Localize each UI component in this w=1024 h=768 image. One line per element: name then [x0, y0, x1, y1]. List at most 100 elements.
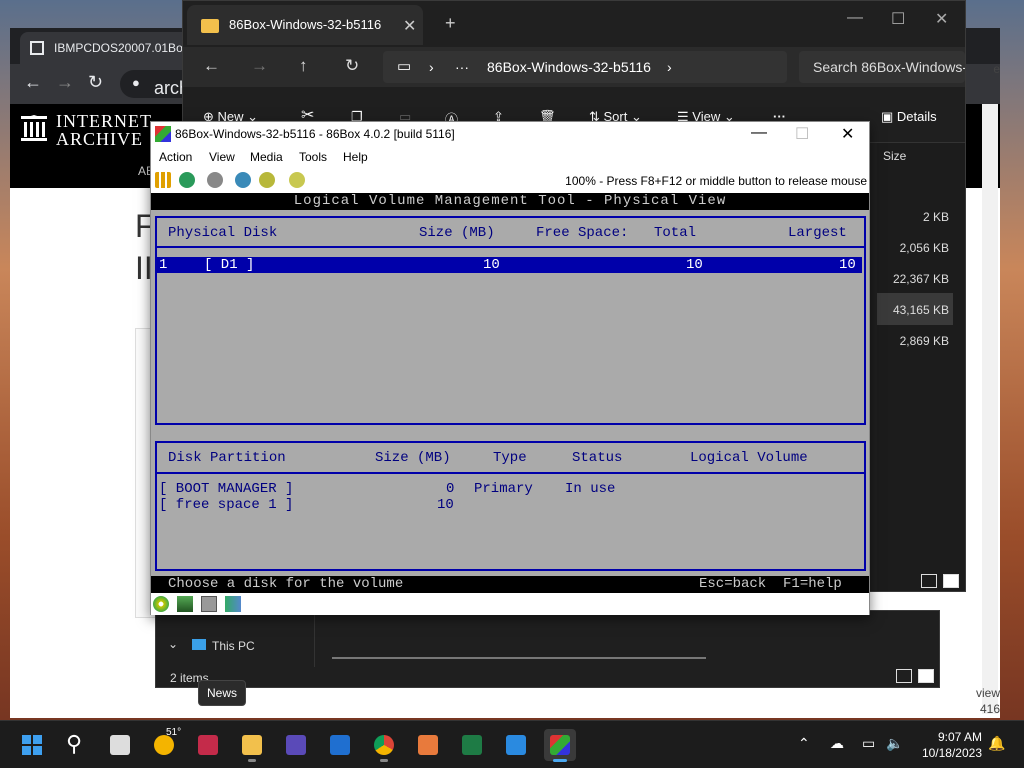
- taskbar-86box[interactable]: [544, 729, 576, 762]
- col-size-mb: Size (MB): [375, 450, 451, 466]
- start-button[interactable]: [16, 729, 48, 761]
- menu-action[interactable]: Action: [159, 150, 192, 164]
- pause-icon[interactable]: [155, 172, 171, 188]
- refresh-icon[interactable]: ↻: [345, 56, 359, 76]
- widgets-button[interactable]: 51°: [148, 727, 181, 761]
- taskbar-people[interactable]: [412, 729, 444, 761]
- path-overflow[interactable]: ···: [455, 59, 469, 75]
- 86box-app-icon: [155, 126, 171, 142]
- taskbar-calendar[interactable]: [280, 729, 312, 761]
- new-tab-icon[interactable]: +: [445, 13, 456, 34]
- ctrl-alt-del-icon[interactable]: [235, 172, 251, 188]
- weather-icon: [154, 735, 174, 755]
- taskbar-app-blue[interactable]: [500, 729, 532, 761]
- ctrl-alt-esc-icon[interactable]: [259, 172, 275, 188]
- people-icon: [418, 735, 438, 755]
- details-button[interactable]: ▣ Details: [881, 109, 937, 125]
- minimize-icon[interactable]: —: [751, 124, 767, 142]
- floppy-drive-icon[interactable]: [153, 596, 169, 612]
- taskbar-mail[interactable]: [324, 729, 356, 761]
- file-size: 2 KB: [922, 210, 949, 224]
- partition-name[interactable]: [ BOOT MANAGER ]: [159, 481, 293, 497]
- up-icon[interactable]: ↑: [299, 56, 308, 76]
- taskbar-chrome[interactable]: [368, 729, 400, 762]
- tiles-view-icon[interactable]: [918, 669, 934, 683]
- taskbar-app[interactable]: [192, 729, 224, 761]
- nav-item-this-pc[interactable]: This PC: [212, 639, 255, 653]
- partition-name[interactable]: [ free space 1 ]: [159, 497, 293, 513]
- explorer-tab[interactable]: 86Box-Windows-32-b5116 ✕: [187, 5, 423, 45]
- back-icon[interactable]: ←: [203, 56, 220, 76]
- file-size: 43,165 KB: [892, 303, 949, 317]
- reload-icon[interactable]: ↻: [88, 72, 103, 93]
- col-largest: Largest: [788, 225, 847, 241]
- menu-view[interactable]: View: [209, 150, 235, 164]
- power-icon[interactable]: [207, 172, 223, 188]
- reset-icon[interactable]: [179, 172, 195, 188]
- internet-archive-logo-icon[interactable]: [20, 114, 48, 142]
- search-button[interactable]: ⚲: [60, 729, 92, 761]
- back-icon[interactable]: ←: [24, 72, 42, 93]
- news-app-icon: [198, 735, 218, 755]
- mail-icon: [330, 735, 350, 755]
- task-view-button[interactable]: [104, 729, 136, 761]
- details-view-icon[interactable]: [896, 669, 912, 683]
- close-icon[interactable]: ✕: [935, 9, 948, 29]
- menu-media[interactable]: Media: [250, 150, 283, 164]
- col-disk-partition: Disk Partition: [168, 450, 286, 466]
- details-label: Details: [896, 109, 937, 124]
- ia-wordmark-line1: INTERNET: [56, 111, 152, 131]
- horizontal-scrollbar[interactable]: [332, 657, 706, 659]
- disk-size: 10: [483, 257, 500, 273]
- col-size-mb: Size (MB): [419, 225, 495, 241]
- folder-icon: [242, 735, 262, 755]
- onedrive-cloud-icon[interactable]: ☁: [830, 735, 844, 752]
- maximize-icon[interactable]: ☐: [891, 9, 905, 29]
- path-segment[interactable]: 86Box-Windows-32-b5116: [487, 59, 651, 75]
- emulated-screen[interactable]: Logical Volume Management Tool - Physica…: [151, 193, 869, 593]
- col-type: Type: [493, 450, 527, 466]
- chevron-down-icon[interactable]: ⌄: [168, 637, 178, 651]
- calendar-icon: [286, 735, 306, 755]
- size-column-header[interactable]: Size: [883, 149, 906, 163]
- notification-bell-icon[interactable]: 🔔: [988, 735, 1005, 752]
- panel-divider: [155, 472, 866, 474]
- browser-tab-title: IBMPCDOS20007.01Boo: [54, 41, 190, 55]
- active-indicator: [553, 759, 567, 762]
- selected-disk-row[interactable]: 1 [ D1 ] 10 10 10: [157, 257, 862, 273]
- partition-status: In use: [565, 481, 616, 497]
- clock[interactable]: 9:07 AM 10/18/2023: [922, 729, 982, 761]
- internet-archive-wordmark[interactable]: INTERNET ARCHIVE: [56, 112, 152, 148]
- maximize-icon[interactable]: ☐: [795, 124, 809, 144]
- taskbar-excel[interactable]: [456, 729, 488, 761]
- search-input[interactable]: Search 86Box-Windows-3: [799, 51, 965, 83]
- minimize-icon[interactable]: —: [847, 9, 863, 27]
- hard-disk-icon[interactable]: [201, 596, 217, 612]
- address-bar[interactable]: ▭ › ··· 86Box-Windows-32-b5116 ›: [383, 51, 787, 83]
- ia-wordmark-line2: ARCHIVE: [56, 129, 143, 149]
- forward-icon[interactable]: →: [56, 72, 74, 93]
- taskbar-file-explorer[interactable]: [236, 729, 268, 762]
- task-view-icon: [110, 735, 130, 755]
- network-icon[interactable]: [177, 596, 193, 612]
- menu-help[interactable]: Help: [343, 150, 368, 164]
- settings-icon[interactable]: [289, 172, 305, 188]
- details-view-icon[interactable]: [921, 574, 937, 588]
- menu-tools[interactable]: Tools: [299, 150, 327, 164]
- dos-screen-title: Logical Volume Management Tool - Physica…: [151, 193, 869, 210]
- close-tab-icon[interactable]: ✕: [403, 16, 416, 36]
- display-icon[interactable]: ▭: [862, 735, 875, 752]
- close-icon[interactable]: ✕: [841, 124, 854, 144]
- volume-icon[interactable]: 🔈: [886, 735, 903, 752]
- browser-tab[interactable]: IBMPCDOS20007.01Boo: [20, 32, 190, 64]
- sound-icon[interactable]: [225, 596, 241, 612]
- emulator-window: 86Box-Windows-32-b5116 - 86Box 4.0.2 [bu…: [150, 121, 870, 615]
- show-hidden-icons-icon[interactable]: ⌃: [798, 735, 810, 752]
- browser-scrollbar[interactable]: [982, 104, 998, 714]
- tiles-view-icon[interactable]: [943, 574, 959, 588]
- file-size: 22,367 KB: [892, 272, 949, 286]
- forward-icon[interactable]: →: [251, 56, 268, 76]
- news-tooltip: News: [198, 680, 246, 706]
- explorer-titlebar: 86Box-Windows-32-b5116 ✕ + — ☐ ✕: [183, 1, 965, 47]
- chevron-right-icon[interactable]: ›: [667, 59, 672, 75]
